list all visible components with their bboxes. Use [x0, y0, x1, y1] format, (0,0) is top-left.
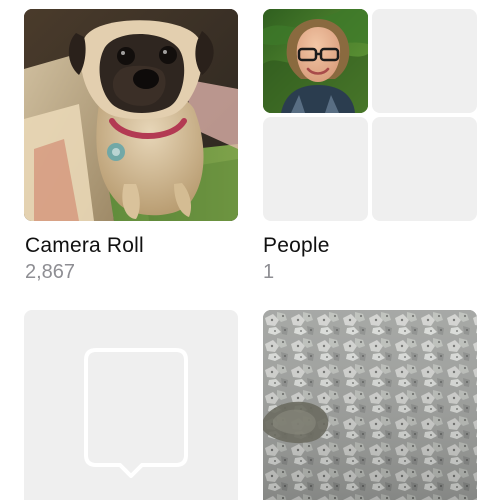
people-placeholder-tile — [263, 117, 368, 221]
album-photo-thumbnail[interactable] — [263, 310, 477, 500]
album-count-people: 1 — [263, 261, 275, 283]
album-camera-roll-thumbnail[interactable] — [24, 9, 238, 221]
album-count-camera-roll: 2,867 — [25, 261, 76, 283]
album-title-people[interactable]: People — [263, 234, 330, 258]
gravel-photo — [263, 310, 477, 500]
albums-screen: Camera Roll 2,867 People 1 — [0, 0, 500, 500]
person-thumbnail[interactable] — [263, 9, 368, 113]
people-placeholder-tile — [372, 117, 477, 221]
album-people-thumbnail-grid[interactable] — [263, 9, 477, 221]
people-placeholder-tile — [372, 9, 477, 113]
album-empty-thumbnail[interactable] — [24, 310, 238, 500]
person-photo — [263, 9, 368, 113]
speech-bubble-placeholder-icon — [84, 348, 188, 478]
dog-photo — [24, 9, 238, 221]
album-title-camera-roll[interactable]: Camera Roll — [25, 234, 144, 258]
